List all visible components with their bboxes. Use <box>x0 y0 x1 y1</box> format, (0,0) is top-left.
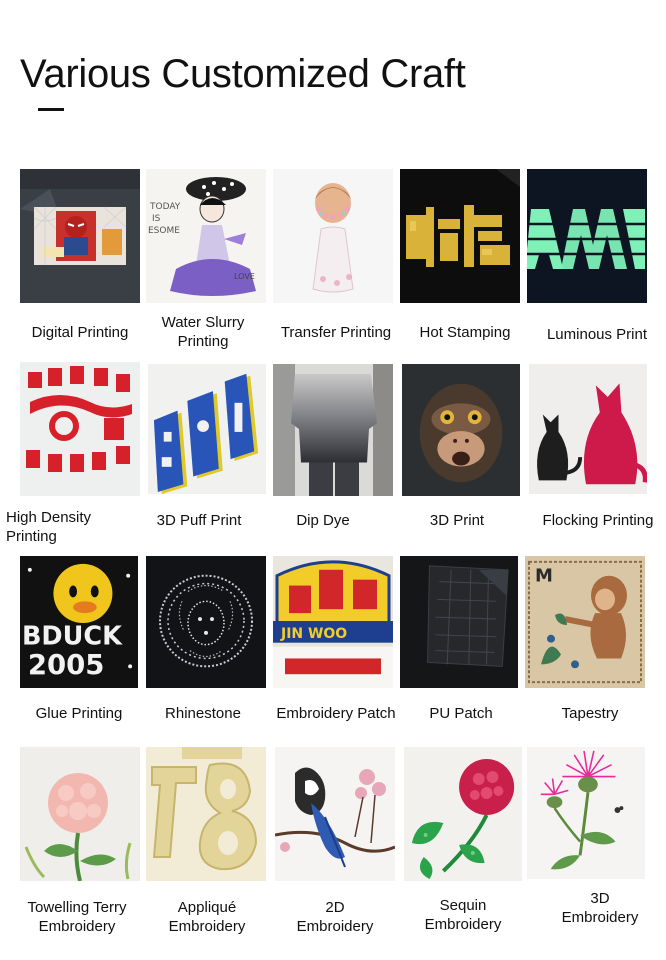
svg-text:BDUCK: BDUCK <box>22 622 123 652</box>
craft-image-transfer-printing <box>273 169 393 303</box>
craft-label-pu-patch: PU Patch <box>429 705 493 722</box>
craft-label-tapestry: Tapestry <box>561 705 619 722</box>
craft-image-3d-puff-print <box>148 364 266 494</box>
craft-image-3d-embroidery <box>527 747 645 879</box>
craft-label-3d-embroidery: 3D Embroidery <box>561 890 639 926</box>
svg-text:IS: IS <box>152 214 161 224</box>
craft-label-water-slurry-printing: Water Slurry Printing <box>161 314 245 350</box>
craft-label-high-density-printing: High Density Printing <box>6 509 92 545</box>
craft-image-dip-dye <box>273 364 393 496</box>
craft-image-applique-embroidery <box>146 747 266 881</box>
craft-label-3d-print: 3D Print <box>429 512 485 529</box>
craft-label-sequin-embroidery: Sequin Embroidery <box>424 897 502 933</box>
craft-image-luminous-print <box>527 169 647 303</box>
craft-label-rhinestone: Rhinestone <box>165 705 241 722</box>
craft-label-2d-embroidery: 2D Embroidery <box>296 899 374 935</box>
craft-image-glue-printing: BDUCK 2005 <box>20 556 138 688</box>
craft-image-hot-stamping <box>400 169 520 303</box>
craft-image-high-density-printing <box>20 362 140 496</box>
craft-image-pu-patch <box>400 556 518 688</box>
craft-image-towelling-terry-embroidery <box>20 747 140 881</box>
craft-label-transfer-printing: Transfer Printing <box>280 324 392 341</box>
craft-label-flocking-printing: Flocking Printing <box>542 512 654 529</box>
svg-text:2005: 2005 <box>28 649 105 681</box>
craft-label-3d-puff-print: 3D Puff Print <box>156 512 242 529</box>
craft-image-3d-print <box>402 364 520 496</box>
craft-label-applique-embroidery: Appliqué Embroidery <box>168 899 246 935</box>
craft-label-luminous-print: Luminous Print <box>546 326 648 343</box>
page-title: Various Customized Craft <box>20 52 466 96</box>
craft-image-2d-embroidery <box>275 747 395 881</box>
craft-label-digital-printing: Digital Printing <box>31 324 129 341</box>
craft-label-dip-dye: Dip Dye <box>296 512 350 529</box>
craft-image-tapestry: M <box>525 556 645 688</box>
craft-label-towelling-terry-embroidery: Towelling Terry Embroidery <box>27 899 127 935</box>
craft-image-water-slurry-printing: TODAY IS ESOME LOVE <box>146 169 266 303</box>
craft-image-digital-printing <box>20 169 140 303</box>
craft-image-rhinestone <box>146 556 266 688</box>
craft-image-sequin-embroidery <box>404 747 522 881</box>
craft-image-flocking-printing <box>529 364 647 494</box>
craft-label-glue-printing: Glue Printing <box>35 705 123 722</box>
craft-label-hot-stamping: Hot Stamping <box>419 324 511 341</box>
craft-label-embroidery-patch: Embroidery Patch <box>276 705 396 722</box>
svg-text:LOVE: LOVE <box>234 272 255 281</box>
svg-text:ESOME: ESOME <box>148 226 180 236</box>
title-underline <box>38 108 64 111</box>
svg-text:JIN WOO: JIN WOO <box>280 626 347 642</box>
craft-image-embroidery-patch: JIN WOO <box>273 556 393 688</box>
svg-text:TODAY: TODAY <box>149 202 181 212</box>
svg-text:M: M <box>535 566 553 587</box>
